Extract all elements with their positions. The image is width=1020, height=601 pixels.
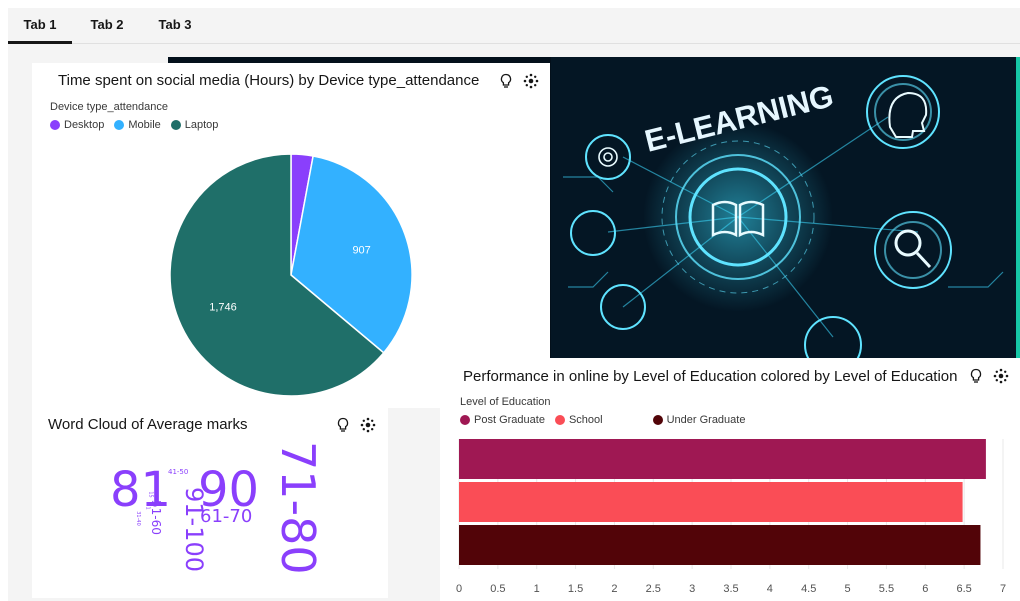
tab-bar: Tab 1 Tab 2 Tab 3 — [8, 8, 1020, 44]
x-tick-label: 7 — [1000, 583, 1006, 595]
legend-item-under-graduate[interactable]: Under Graduate — [652, 414, 746, 426]
x-tick-label: 2.5 — [646, 583, 661, 595]
x-tick-label: 0.5 — [490, 583, 505, 595]
x-tick-label: 1 — [534, 583, 540, 595]
legend-item-mobile[interactable]: Mobile — [114, 119, 161, 131]
legend-item-desktop[interactable]: Desktop — [50, 119, 104, 131]
legend-swatch — [170, 120, 181, 130]
pie-chart-card: Time spent on social media (Hours) by De… — [32, 63, 550, 408]
tab-1[interactable]: Tab 1 — [8, 8, 72, 44]
word-cloud: 81 90 71-80 91-100 61-70 51-60 41-50 31-… — [32, 408, 388, 598]
word-91-100[interactable]: 91-100 — [180, 487, 208, 587]
word-21[interactable]: 21 — [145, 503, 151, 509]
legend-swatch — [460, 415, 470, 425]
word-51-60[interactable]: 51-60 — [149, 500, 163, 536]
x-tick-label: 4 — [767, 583, 773, 595]
word-15[interactable]: 15 — [148, 491, 154, 497]
bar-school[interactable] — [459, 482, 963, 522]
x-tick-label: 6 — [922, 583, 928, 595]
pie-data-label: 907 — [352, 245, 370, 257]
bar-legend: Post Graduate School Under Graduate — [460, 414, 755, 426]
lightbulb-icon[interactable] — [499, 73, 513, 89]
bar-chart: 0 0.5 1 1.5 2 2.5 3 3.5 4 4.5 5 5.5 6 6.5 7 — [456, 439, 1006, 595]
legend-label: Desktop — [64, 119, 105, 131]
word-71-80[interactable]: 71-80 — [271, 441, 325, 601]
bar-post-graduate[interactable] — [459, 439, 986, 479]
legend-item-post-graduate[interactable]: Post Graduate — [460, 414, 545, 426]
x-tick-label: 3 — [689, 583, 695, 595]
x-tick-label: 1.5 — [568, 583, 583, 595]
word-61-70[interactable]: 61-70 — [200, 508, 252, 526]
settings-icon[interactable] — [523, 73, 539, 89]
bar-under-graduate[interactable] — [459, 525, 981, 565]
x-tick-label: 0 — [456, 583, 462, 595]
legend-item-school[interactable]: School — [554, 414, 603, 426]
word-cloud-card: Word Cloud of Average marks 81 90 71-80 … — [32, 408, 388, 598]
pie-data-label: 1,746 — [209, 302, 237, 314]
x-tick-label: 3.5 — [723, 583, 738, 595]
bar-legend-title: Level of Education — [460, 396, 551, 408]
lightbulb-icon[interactable] — [969, 368, 983, 384]
pie-legend: Desktop Mobile Laptop — [50, 119, 228, 131]
legend-label: School — [568, 414, 603, 426]
pie-legend-title: Device type_attendance — [50, 101, 169, 113]
x-tick-label: 5.5 — [879, 583, 894, 595]
pie-chart: 907 1,746 — [169, 153, 413, 397]
legend-swatch — [114, 120, 125, 130]
legend-label: Laptop — [184, 119, 219, 131]
x-tick-label: 4.5 — [801, 583, 816, 595]
tab-3[interactable]: Tab 3 — [142, 8, 208, 44]
settings-icon[interactable] — [993, 368, 1009, 384]
bar-chart-card: Performance in online by Level of Educat… — [440, 358, 1020, 601]
bar-chart-title: Performance in online by Level of Educat… — [463, 368, 958, 385]
x-tick-label: 5 — [845, 583, 851, 595]
legend-label: Under Graduate — [666, 414, 746, 426]
x-tick-label: 2 — [611, 583, 617, 595]
x-tick-label: 6.5 — [956, 583, 971, 595]
legend-item-laptop[interactable]: Laptop — [170, 119, 219, 131]
tab-2[interactable]: Tab 2 — [72, 8, 142, 44]
word-41-50[interactable]: 41-50 — [168, 469, 188, 476]
legend-label: Mobile — [128, 119, 161, 131]
legend-swatch — [554, 415, 565, 425]
legend-swatch — [50, 120, 60, 130]
legend-swatch — [652, 415, 663, 425]
word-31-40[interactable]: 31-40 — [135, 511, 141, 526]
legend-label: Post Graduate — [474, 414, 545, 426]
pie-chart-title: Time spent on social media (Hours) by De… — [58, 72, 480, 89]
